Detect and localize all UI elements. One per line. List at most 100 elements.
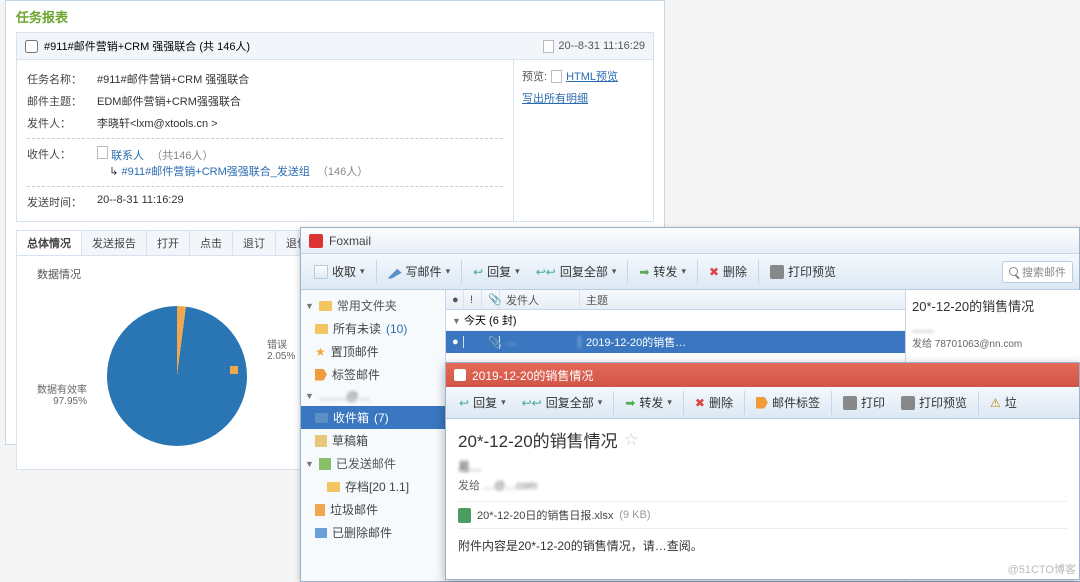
folder-icon bbox=[315, 324, 328, 334]
sidebar-item-tagged[interactable]: 标签邮件 bbox=[301, 363, 445, 386]
tab-click[interactable]: 点击 bbox=[189, 230, 233, 255]
contacts-link[interactable]: 联系人 bbox=[111, 150, 144, 162]
group-count: （146人） bbox=[317, 166, 368, 178]
sidebar-group-common[interactable]: ▼常用文件夹 bbox=[301, 294, 445, 317]
sidebar-item-inbox[interactable]: 收件箱 (7) bbox=[301, 406, 445, 429]
html-icon bbox=[551, 70, 562, 83]
trash-icon bbox=[315, 504, 325, 516]
html-preview-link[interactable]: HTML预览 bbox=[566, 68, 618, 84]
replyall-button[interactable]: ↩↩回复全部▾ bbox=[529, 259, 624, 284]
tab-unsub[interactable]: 退订 bbox=[232, 230, 276, 255]
forward-icon: ➡ bbox=[625, 396, 635, 410]
msg-replyall-button[interactable]: ↩↩回复全部▾ bbox=[515, 390, 610, 415]
sidebar-item-archive[interactable]: 存档[20 1.1] bbox=[301, 475, 445, 498]
tab-open[interactable]: 打开 bbox=[146, 230, 190, 255]
label-sender: 发件人： bbox=[27, 115, 97, 131]
delete-icon: ✖ bbox=[709, 265, 719, 279]
message-content: 附件内容是20*-12-20的销售情况，请…查阅。 bbox=[458, 537, 1067, 554]
task-select-checkbox[interactable] bbox=[25, 40, 38, 53]
msg-printpreview-button[interactable]: 打印预览 bbox=[894, 390, 974, 415]
contacts-count: （共146人） bbox=[151, 150, 213, 162]
label-send-time: 发送时间： bbox=[27, 194, 97, 210]
reply-icon: ↩ bbox=[473, 265, 483, 279]
message-window-title: 2019-12-20的销售情况 bbox=[472, 367, 593, 384]
message-to: 发给 …@…com bbox=[458, 477, 1067, 493]
attachment-name: 20*-12-20日的销售日报.xlsx bbox=[477, 507, 613, 523]
label-recipients: 收件人： bbox=[27, 146, 97, 179]
contacts-icon bbox=[97, 146, 108, 159]
sidebar-item-deleted[interactable]: 已删除邮件 bbox=[301, 521, 445, 544]
sent-icon bbox=[319, 458, 331, 470]
group-link[interactable]: #911#邮件营销+CRM强强联合_发送组 bbox=[122, 166, 310, 178]
foxmail-title: Foxmail bbox=[329, 234, 371, 248]
preview-title: 20*-12-20的销售情况 bbox=[912, 296, 1074, 315]
print-icon bbox=[901, 396, 915, 410]
export-detail-link[interactable]: 写出所有明细 bbox=[522, 90, 588, 106]
folder-icon bbox=[319, 301, 332, 311]
preview-label: 预览: bbox=[522, 68, 547, 84]
reply-button[interactable]: ↩回复▾ bbox=[466, 259, 527, 284]
msg-reply-button[interactable]: ↩回复▾ bbox=[452, 390, 513, 415]
pencil-icon bbox=[388, 265, 402, 279]
foxmail-toolbar: 收取▾ 写邮件▾ ↩回复▾ ↩↩回复全部▾ ➡转发▾ ✖删除 打印预览 搜索邮件 bbox=[301, 254, 1079, 290]
draft-icon bbox=[315, 435, 327, 447]
msg-delete-button[interactable]: ✖删除 bbox=[688, 390, 740, 415]
sidebar-item-junk[interactable]: 垃圾邮件 bbox=[301, 498, 445, 521]
message-from: 易… bbox=[458, 458, 1067, 475]
inbox-icon bbox=[315, 413, 328, 423]
message-window: 2019-12-20的销售情况 ↩回复▾ ↩↩回复全部▾ ➡转发▾ ✖删除 邮件… bbox=[445, 362, 1080, 580]
sidebar-item-pinned[interactable]: ★置顶邮件 bbox=[301, 340, 445, 363]
value-subject: EDM邮件营销+CRM强强联合 bbox=[97, 93, 241, 109]
col-sender[interactable]: 发件人 bbox=[500, 290, 580, 309]
task-header-text: #911#邮件营销+CRM 强强联合 (共 146人) bbox=[44, 38, 250, 54]
delete-icon: ✖ bbox=[695, 396, 705, 410]
delete-button[interactable]: ✖删除 bbox=[702, 259, 754, 284]
search-box[interactable]: 搜索邮件 bbox=[1002, 261, 1073, 283]
label-task-name: 任务名称： bbox=[27, 71, 97, 87]
value-sender: 李晓轩<lxm@xtools.cn > bbox=[97, 115, 218, 131]
forward-icon: ➡ bbox=[639, 265, 649, 279]
msg-forward-button[interactable]: ➡转发▾ bbox=[618, 390, 679, 415]
receive-button[interactable]: 收取▾ bbox=[307, 259, 372, 284]
watermark: @51CTO博客 bbox=[1008, 561, 1076, 577]
task-header-time: 20--8-31 11:16:29 bbox=[558, 40, 645, 52]
sidebar-item-unread[interactable]: 所有未读 (10) bbox=[301, 317, 445, 340]
folder-icon bbox=[327, 482, 340, 492]
printpreview-button[interactable]: 打印预览 bbox=[763, 259, 843, 284]
message-titlebar: 2019-12-20的销售情况 bbox=[446, 363, 1079, 387]
replyall-icon: ↩↩ bbox=[522, 396, 542, 410]
message-attachment[interactable]: 20*-12-20日的销售日报.xlsx (9 KB) bbox=[458, 501, 1067, 529]
star-icon[interactable]: ☆ bbox=[624, 430, 639, 450]
foxmail-sidebar: ▼常用文件夹 所有未读 (10) ★置顶邮件 标签邮件 ▼….…@… 收件箱 (… bbox=[301, 290, 446, 581]
junk-icon: ⚠ bbox=[990, 396, 1001, 410]
message-toolbar: ↩回复▾ ↩↩回复全部▾ ➡转发▾ ✖删除 邮件标签 打印 打印预览 ⚠垃 bbox=[446, 387, 1079, 419]
panel-title: 任务报表 bbox=[6, 1, 664, 32]
excel-icon bbox=[458, 508, 471, 523]
star-icon: ★ bbox=[315, 345, 326, 359]
message-body: 20*-12-20的销售情况☆ 易… 发给 …@…com 20*-12-20日的… bbox=[446, 419, 1079, 562]
task-header: #911#邮件营销+CRM 强强联合 (共 146人) 20--8-31 11:… bbox=[16, 32, 654, 60]
tab-send-report[interactable]: 发送报告 bbox=[81, 230, 147, 255]
sidebar-group-account[interactable]: ▼….…@… bbox=[301, 386, 445, 406]
search-icon bbox=[1009, 267, 1018, 276]
tag-icon bbox=[315, 369, 327, 381]
app-logo-icon bbox=[454, 369, 466, 381]
msg-print-button[interactable]: 打印 bbox=[836, 390, 892, 415]
tag-icon bbox=[756, 397, 768, 409]
msg-tags-button[interactable]: 邮件标签 bbox=[749, 390, 827, 415]
foxmail-titlebar: Foxmail bbox=[301, 228, 1079, 254]
label-subject: 邮件主题： bbox=[27, 93, 97, 109]
chart-label-valid: 数据有效率97.95% bbox=[37, 381, 87, 407]
value-send-time: 20--8-31 11:16:29 bbox=[97, 194, 184, 210]
print-icon bbox=[770, 265, 784, 279]
value-task-name: #911#邮件营销+CRM 强强联合 bbox=[97, 71, 249, 87]
forward-button[interactable]: ➡转发▾ bbox=[632, 259, 693, 284]
sidebar-item-drafts[interactable]: 草稿箱 bbox=[301, 429, 445, 452]
envelope-icon bbox=[314, 265, 328, 279]
calendar-icon bbox=[543, 40, 554, 53]
tab-overview[interactable]: 总体情况 bbox=[16, 230, 82, 255]
msg-more-button[interactable]: ⚠垃 bbox=[983, 390, 1024, 415]
chart-label-error: 错误2.05% bbox=[267, 336, 295, 362]
sidebar-item-sent[interactable]: ▼已发送邮件 bbox=[301, 452, 445, 475]
compose-button[interactable]: 写邮件▾ bbox=[381, 259, 458, 284]
